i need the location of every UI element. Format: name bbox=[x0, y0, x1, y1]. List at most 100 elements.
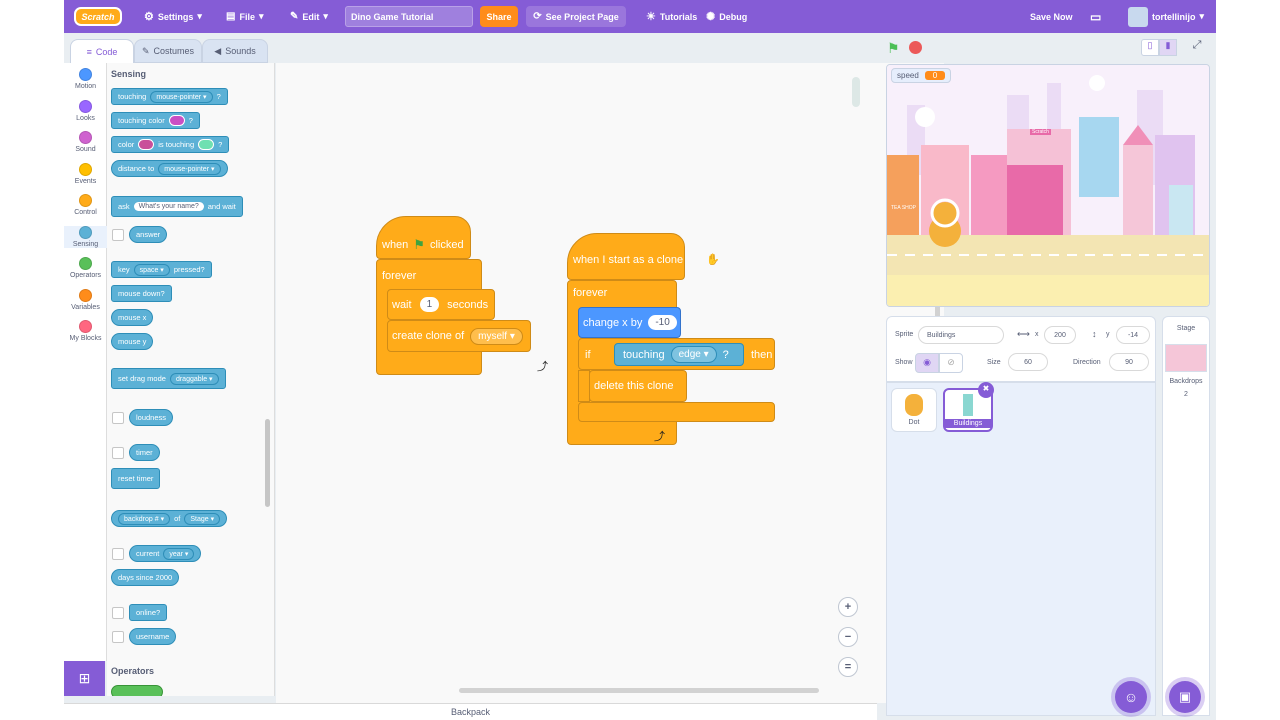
wait-input[interactable]: 1 bbox=[419, 297, 440, 312]
delete-this-clone-block[interactable]: delete this clone bbox=[589, 370, 687, 402]
palette-scrollbar[interactable] bbox=[265, 419, 270, 507]
category-control[interactable]: Control bbox=[64, 194, 107, 216]
touching-color-block[interactable]: touching color? bbox=[111, 112, 200, 129]
settings-menu[interactable]: ⚙ Settings ▾ bbox=[144, 0, 202, 33]
current-year-block[interactable]: current year ▾ bbox=[129, 545, 202, 562]
add-extension-button[interactable]: ⊞ bbox=[64, 661, 105, 696]
tab-costumes[interactable]: ✎ Costumes bbox=[134, 39, 202, 63]
mouse-y-block[interactable]: mouse y bbox=[111, 333, 154, 350]
username-block[interactable]: username bbox=[129, 628, 177, 645]
target-dropdown[interactable]: Stage ▾ bbox=[184, 512, 221, 525]
scratch-logo[interactable]: Scratch bbox=[74, 7, 122, 26]
zoom-reset-button[interactable]: = bbox=[838, 657, 858, 677]
hide-eye-slash-icon[interactable]: ⊘ bbox=[939, 353, 963, 373]
delete-sprite-trash-icon[interactable]: ✖ bbox=[978, 382, 994, 398]
timer-block[interactable]: timer bbox=[129, 444, 160, 461]
account-menu[interactable]: tortellinijo ▾ bbox=[1128, 0, 1204, 33]
sprite-tile-dot[interactable]: Dot bbox=[891, 388, 937, 432]
days-since-2000-block[interactable]: days since 2000 bbox=[111, 569, 180, 586]
distance-to-block[interactable]: distance to mouse-pointer ▾ bbox=[111, 160, 228, 177]
current-dropdown[interactable]: year ▾ bbox=[163, 547, 195, 560]
drag-mode-dropdown[interactable]: draggable ▾ bbox=[169, 372, 219, 385]
choose-backdrop-button[interactable]: ▣ bbox=[1169, 681, 1201, 713]
distance-dropdown[interactable]: mouse-pointer ▾ bbox=[158, 162, 221, 175]
color-swatch[interactable] bbox=[168, 115, 185, 126]
touching-dropdown[interactable]: mouse-pointer ▾ bbox=[150, 90, 213, 103]
tab-code[interactable]: ≡ Code bbox=[70, 39, 134, 63]
mouse-x-block[interactable]: mouse x bbox=[111, 309, 154, 326]
answer-checkbox[interactable] bbox=[112, 229, 124, 241]
change-x-block[interactable]: change x by -10 bbox=[578, 307, 681, 338]
workspace-hscrollbar[interactable] bbox=[459, 688, 819, 693]
backdrop-of-stage-block[interactable]: backdrop # ▾ of Stage ▾ bbox=[111, 510, 228, 527]
key-dropdown[interactable]: space ▾ bbox=[133, 263, 170, 276]
tab-sounds[interactable]: ◀ Sounds bbox=[202, 39, 268, 63]
file-menu[interactable]: ▤ File ▾ bbox=[226, 0, 264, 33]
backpack-bar[interactable]: Backpack bbox=[64, 703, 877, 720]
mouse-down-block[interactable]: mouse down? bbox=[111, 285, 172, 302]
stage-canvas[interactable]: speed 0 TEA SHOP Scratch bbox=[886, 64, 1210, 307]
category-events[interactable]: Events bbox=[64, 162, 107, 185]
category-motion[interactable]: Motion bbox=[64, 68, 107, 90]
category-looks[interactable]: Looks bbox=[64, 99, 107, 122]
loudness-block[interactable]: loudness bbox=[129, 409, 174, 426]
project-title-input[interactable]: Dino Game Tutorial bbox=[345, 6, 473, 27]
change-x-input[interactable]: -10 bbox=[648, 315, 677, 330]
edit-menu[interactable]: ✎ Edit ▾ bbox=[290, 0, 328, 33]
size-input[interactable]: 60 bbox=[1008, 353, 1048, 371]
color-swatch[interactable] bbox=[138, 139, 155, 150]
direction-input[interactable]: 90 bbox=[1109, 353, 1149, 371]
current-year-checkbox[interactable] bbox=[112, 548, 124, 560]
username-checkbox[interactable] bbox=[112, 631, 124, 643]
zoom-in-button[interactable]: + bbox=[838, 597, 858, 617]
sprite-name-input[interactable]: Buildings bbox=[918, 326, 1004, 344]
category-my-blocks[interactable]: My Blocks bbox=[64, 320, 107, 342]
operator-add-block[interactable] bbox=[111, 685, 163, 696]
key-pressed-block[interactable]: key space ▾ pressed? bbox=[111, 261, 212, 278]
sprite-tile-buildings[interactable]: Buildings ✖ bbox=[943, 382, 994, 432]
fullscreen-icon[interactable]: ⤢ bbox=[1188, 39, 1206, 56]
when-i-start-as-clone-hat[interactable]: when I start as a clone bbox=[567, 233, 685, 280]
choose-sprite-button[interactable]: ☺ bbox=[1115, 681, 1147, 713]
stage-target-panel[interactable]: Stage Backdrops 2 bbox=[1162, 316, 1210, 716]
create-clone-block[interactable]: create clone of myself ▾ bbox=[387, 320, 531, 352]
save-now-button[interactable]: Save Now bbox=[1030, 0, 1073, 33]
debug-button[interactable]: ✺ Debug bbox=[706, 0, 747, 33]
y-input[interactable]: -14 bbox=[1116, 326, 1150, 344]
green-flag-button[interactable]: ⚑ bbox=[887, 40, 900, 57]
color-touching-block[interactable]: color is touching? bbox=[111, 136, 230, 153]
online-block[interactable]: online? bbox=[129, 604, 168, 621]
loudness-checkbox[interactable] bbox=[112, 412, 124, 424]
online-checkbox[interactable] bbox=[112, 607, 124, 619]
zoom-out-button[interactable]: − bbox=[838, 627, 858, 647]
when-flag-clicked-hat[interactable]: when ⚑ clicked bbox=[376, 216, 471, 259]
property-dropdown[interactable]: backdrop # ▾ bbox=[118, 512, 171, 525]
wait-seconds-block[interactable]: wait 1 seconds bbox=[387, 289, 495, 320]
category-variables[interactable]: Variables bbox=[64, 288, 107, 311]
see-project-page-button[interactable]: ⟳ See Project Page bbox=[526, 6, 626, 27]
small-stage-button[interactable]: ▯ bbox=[1141, 39, 1159, 56]
tutorials-button[interactable]: ☀ Tutorials bbox=[646, 0, 697, 33]
share-button[interactable]: Share bbox=[480, 6, 518, 27]
show-visible-eye-icon[interactable]: ◉ bbox=[915, 353, 939, 373]
color-swatch[interactable] bbox=[198, 139, 215, 150]
touching-dropdown[interactable]: edge ▾ bbox=[670, 346, 717, 363]
set-drag-mode-block[interactable]: set drag mode draggable ▾ bbox=[111, 368, 226, 389]
answer-block[interactable]: answer bbox=[129, 226, 168, 243]
touching-block[interactable]: touching mouse-pointer ▾? bbox=[111, 88, 228, 105]
variable-monitor-speed[interactable]: speed 0 bbox=[891, 68, 952, 83]
if-then-block[interactable]: if then touching edge ▾ ? bbox=[578, 338, 775, 370]
clone-target-dropdown[interactable]: myself ▾ bbox=[470, 327, 523, 345]
stop-button[interactable] bbox=[909, 41, 922, 54]
category-operators[interactable]: Operators bbox=[64, 257, 107, 279]
category-sound[interactable]: Sound bbox=[64, 131, 107, 153]
reset-timer-block[interactable]: reset timer bbox=[111, 468, 161, 489]
large-stage-button[interactable]: ▮ bbox=[1159, 39, 1177, 56]
my-stuff-folder-icon[interactable]: ▭ bbox=[1090, 0, 1101, 33]
ask-and-wait-block[interactable]: ask What's your name? and wait bbox=[111, 196, 243, 217]
x-input[interactable]: 200 bbox=[1044, 326, 1076, 344]
ask-input[interactable]: What's your name? bbox=[133, 202, 204, 211]
touching-edge-block[interactable]: touching edge ▾ ? bbox=[614, 343, 744, 366]
category-sensing[interactable]: Sensing bbox=[64, 225, 107, 248]
timer-checkbox[interactable] bbox=[112, 447, 124, 459]
